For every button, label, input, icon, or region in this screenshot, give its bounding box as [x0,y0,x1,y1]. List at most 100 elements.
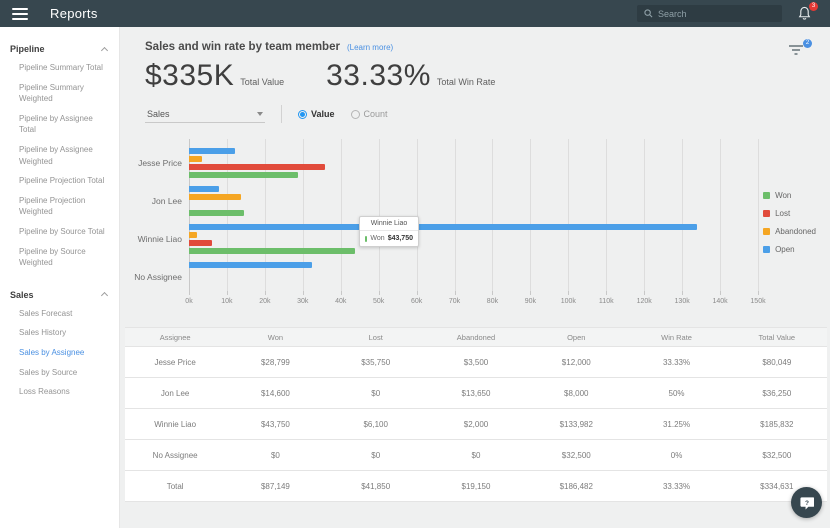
table-row-jon-lee: Jon Lee$14,600$0$13,650$8,00050%$36,250 [125,378,827,409]
sidebar: PipelinePipeline Summary TotalPipeline S… [0,27,120,528]
svg-text:?: ? [805,499,809,506]
axis-tick-label: 80k [487,298,498,305]
table-cell: Total [125,471,225,501]
sidebar-item-loss-reasons[interactable]: Loss Reasons [0,382,119,402]
table-cell: $80,049 [727,347,827,377]
assignee-table: AssigneeWonLostAbandonedOpenWin RateTota… [125,327,827,502]
axis-tick-label: 150k [750,298,765,305]
table-cell: $2,000 [426,409,526,439]
radio-count[interactable]: Count [351,109,388,119]
sidebar-item-sales-by-source[interactable]: Sales by Source [0,363,119,383]
table-cell: $0 [326,440,426,470]
bar-abandoned-jon-lee[interactable] [189,194,241,200]
bar-chart: 0k10k20k30k40k50k60k70k80k90k100k110k120… [120,139,830,311]
bar-open-winnie-liao[interactable] [189,224,697,230]
bar-abandoned-winnie-liao[interactable] [189,232,197,238]
chevron-down-icon [257,112,263,116]
search-placeholder: Search [658,9,687,19]
sidebar-item-pipeline-projection-weighted[interactable]: Pipeline Projection Weighted [0,191,119,222]
axis-tick-label: 110k [599,298,614,305]
legend-item-lost[interactable]: Lost [763,209,816,218]
report-type-dropdown[interactable]: Sales [145,106,265,123]
total-win-rate-stat: 33.33% [326,59,431,93]
legend-swatch-lost [763,210,770,217]
legend-item-abandoned[interactable]: Abandoned [763,227,816,236]
table-cell: 0% [626,440,726,470]
total-value-label: Total Value [240,77,284,87]
category-label-jesse-price: Jesse Price [120,158,182,168]
sidebar-item-pipeline-by-assignee-weighted[interactable]: Pipeline by Assignee Weighted [0,140,119,171]
tooltip-title: Winnie Liao [360,217,418,231]
table-cell: Jesse Price [125,347,225,377]
bar-open-no-assignee[interactable] [189,262,312,268]
sidebar-item-pipeline-projection-total[interactable]: Pipeline Projection Total [0,171,119,191]
axis-tick-label: 100k [561,298,576,305]
bar-abandoned-jesse-price[interactable] [189,156,202,162]
topbar: Reports Search 3 [0,0,830,27]
category-label-winnie-liao: Winnie Liao [120,234,182,244]
gridline [758,139,759,291]
notifications-button[interactable]: 3 [798,6,812,21]
sidebar-section-header-pipeline[interactable]: Pipeline [0,42,119,58]
sidebar-item-sales-by-assignee[interactable]: Sales by Assignee [0,343,119,363]
bar-group-jesse-price [189,148,758,180]
learn-more-link[interactable]: (Learn more) [347,43,393,52]
axis-tick-label: 20k [259,298,270,305]
search-icon [644,9,653,18]
radio-value-label: Value [311,109,335,119]
bar-open-jon-lee[interactable] [189,186,219,192]
filter-badge: 2 [803,39,812,48]
axis-tick-label: 40k [335,298,346,305]
search-input[interactable]: Search [637,5,782,22]
table-cell: $28,799 [225,347,325,377]
main-content: Sales and win rate by team member (Learn… [120,27,830,528]
table-cell: Abandoned [426,328,526,346]
axis-tick-label: 70k [449,298,460,305]
axis-tick-label: 60k [411,298,422,305]
table-cell: $8,000 [526,378,626,408]
bar-lost-winnie-liao[interactable] [189,240,212,246]
axis-tick-label: 130k [675,298,690,305]
sidebar-item-pipeline-by-assignee-total[interactable]: Pipeline by Assignee Total [0,109,119,140]
menu-icon[interactable] [12,8,28,20]
legend-item-open[interactable]: Open [763,245,816,254]
table-cell: $0 [326,378,426,408]
table-cell: Won [225,328,325,346]
bar-lost-jesse-price[interactable] [189,164,325,170]
table-row-no-assignee: No Assignee$0$0$0$32,5000%$32,500 [125,440,827,471]
total-value-stat: $335K [145,59,234,93]
sidebar-item-pipeline-summary-total[interactable]: Pipeline Summary Total [0,58,119,78]
table-cell: $13,650 [426,378,526,408]
bar-open-jesse-price[interactable] [189,148,235,154]
chart-tooltip: Winnie Liao Won $43,750 [359,216,419,247]
legend-label: Won [775,191,791,200]
axis-tick-label: 120k [637,298,652,305]
filter-button[interactable]: 2 [788,43,808,59]
legend-item-won[interactable]: Won [763,191,816,200]
report-title: Sales and win rate by team member [145,41,340,53]
radio-value[interactable]: Value [298,109,335,119]
sidebar-item-sales-history[interactable]: Sales History [0,323,119,343]
radio-count-label: Count [364,109,388,119]
table-cell: $32,500 [526,440,626,470]
table-cell: $0 [426,440,526,470]
table-total-row: Total$87,149$41,850$19,150$186,48233.33%… [125,471,827,502]
table-cell: $185,832 [727,409,827,439]
sidebar-item-pipeline-by-source-weighted[interactable]: Pipeline by Source Weighted [0,242,119,273]
bar-won-jesse-price[interactable] [189,172,298,178]
table-cell: $87,149 [225,471,325,501]
sidebar-item-pipeline-by-source-total[interactable]: Pipeline by Source Total [0,222,119,242]
table-row-winnie-liao: Winnie Liao$43,750$6,100$2,000$133,98231… [125,409,827,440]
bar-won-winnie-liao[interactable] [189,248,355,254]
dropdown-value: Sales [147,109,170,119]
bar-won-jon-lee[interactable] [189,210,244,216]
category-label-jon-lee: Jon Lee [120,196,182,206]
table-cell: Jon Lee [125,378,225,408]
chat-button[interactable]: ? [791,487,822,518]
table-cell: $41,850 [326,471,426,501]
sidebar-item-sales-forecast[interactable]: Sales Forecast [0,304,119,324]
table-cell: $43,750 [225,409,325,439]
sidebar-item-pipeline-summary-weighted[interactable]: Pipeline Summary Weighted [0,78,119,109]
table-cell: $36,250 [727,378,827,408]
sidebar-section-header-sales[interactable]: Sales [0,288,119,304]
